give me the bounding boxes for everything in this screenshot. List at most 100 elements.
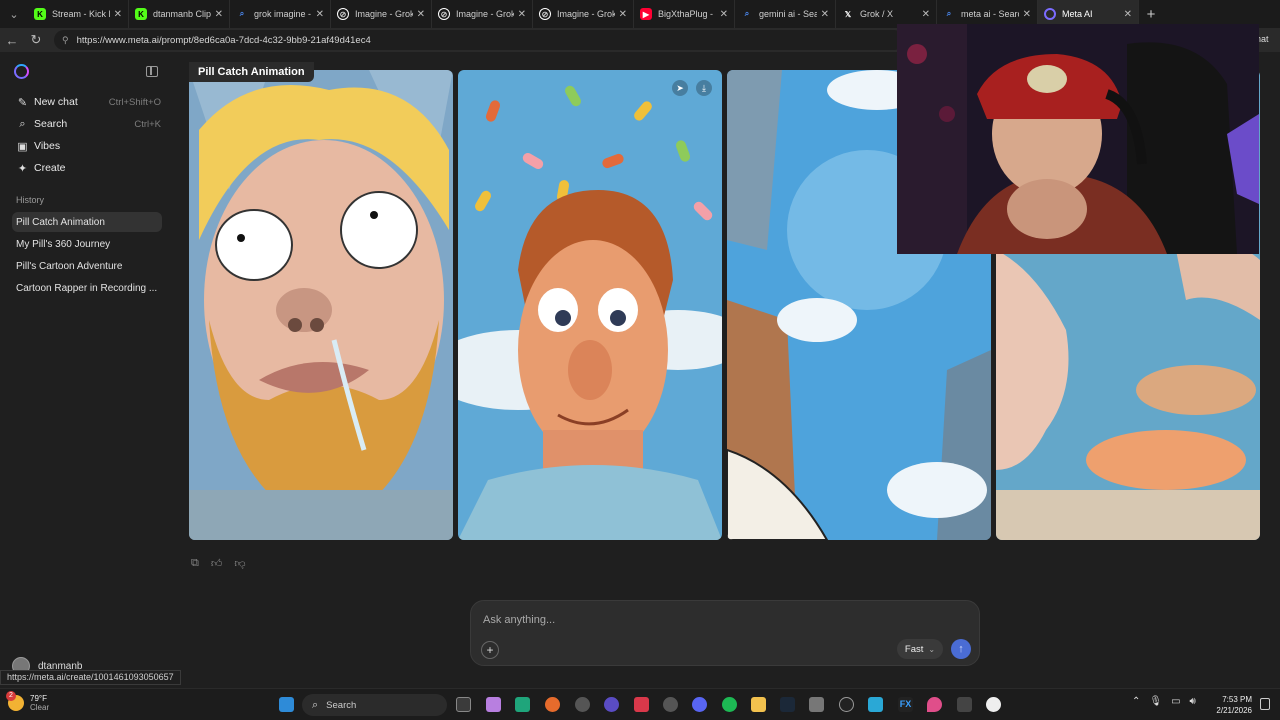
reload-icon[interactable]: ↻ bbox=[24, 32, 48, 48]
image-2-art bbox=[458, 70, 722, 540]
search-icon: ⌕ bbox=[239, 9, 245, 18]
browser-tab[interactable]: ⌕gemini ai - Search✕ bbox=[735, 0, 836, 28]
close-tab-icon[interactable]: ✕ bbox=[619, 9, 627, 20]
youtube-icon: ▶ bbox=[640, 8, 652, 20]
browser-tab[interactable]: Kdtanmanb Clips -✕ bbox=[129, 0, 230, 28]
download-icon[interactable]: ⤓ bbox=[696, 80, 712, 96]
image-1-art bbox=[189, 70, 453, 540]
fx-icon[interactable]: FX bbox=[898, 697, 913, 712]
send-button[interactable]: ↑ bbox=[951, 639, 971, 659]
back-icon[interactable]: ← bbox=[0, 33, 24, 48]
meta-ai-icon bbox=[1044, 8, 1056, 20]
media-player-icon[interactable] bbox=[986, 697, 1001, 712]
meta-ai-logo-icon[interactable] bbox=[14, 64, 29, 79]
app-icon-gallery[interactable] bbox=[957, 697, 972, 712]
network-icon[interactable]: ▭ bbox=[1171, 696, 1180, 707]
prompt-input[interactable] bbox=[483, 611, 903, 629]
system-clock[interactable]: 7:53 PM 2/21/2026 bbox=[1208, 694, 1252, 716]
weather-widget[interactable]: 2 79°F Clear bbox=[6, 691, 49, 712]
file-explorer-icon[interactable] bbox=[751, 697, 766, 712]
share-icon[interactable]: ➤ bbox=[672, 80, 688, 96]
search-icon: ⌕ bbox=[312, 698, 319, 711]
address-bar[interactable]: ⚲ https://www.meta.ai/prompt/8ed6ca0a-7dc… bbox=[54, 30, 904, 50]
app-icon-red[interactable] bbox=[634, 697, 649, 712]
chevron-down-icon: ⌄ bbox=[928, 644, 936, 654]
grok-icon: ⊘ bbox=[337, 8, 349, 20]
history-item-cartoon-rapper[interactable]: Cartoon Rapper in Recording ... bbox=[12, 278, 162, 298]
search-button[interactable]: ⌕ Search Ctrl+K bbox=[16, 114, 161, 134]
webcam-feed bbox=[897, 24, 1259, 254]
close-tab-icon[interactable]: ✕ bbox=[1124, 9, 1132, 20]
link-status-bar: https://meta.ai/create/1001461093050657 bbox=[0, 670, 181, 685]
task-view-icon[interactable] bbox=[456, 697, 471, 712]
browser-tab[interactable]: ⊘ Imagine - Grok ✕ bbox=[331, 0, 432, 28]
create-icon: ✦ bbox=[17, 162, 28, 175]
vibes-button[interactable]: ▣ Vibes bbox=[16, 136, 161, 156]
app-icon-pink[interactable] bbox=[927, 697, 942, 712]
edge-icon[interactable] bbox=[515, 697, 530, 712]
collapse-sidebar-icon[interactable] bbox=[146, 66, 158, 77]
new-tab-icon[interactable]: + bbox=[1139, 6, 1163, 23]
history-label: History bbox=[16, 195, 45, 205]
app-icon-dark[interactable] bbox=[839, 697, 854, 712]
weather-sun-icon: 2 bbox=[6, 691, 24, 711]
copilot-icon[interactable] bbox=[486, 697, 501, 712]
windows-start-icon[interactable] bbox=[279, 697, 294, 712]
search-icon: ⌕ bbox=[19, 117, 26, 130]
mode-selector[interactable]: Fast ⌄ bbox=[897, 639, 943, 659]
browser-tab[interactable]: KStream - Kick Das✕ bbox=[28, 0, 129, 28]
message-actions: ⧉ 👍︎ 👎︎ bbox=[191, 557, 246, 570]
x-icon: 𝕏 bbox=[844, 9, 852, 19]
close-tab-icon[interactable]: ✕ bbox=[316, 9, 324, 20]
browser-tab[interactable]: ▶BigXthaPlug - Bo✕ bbox=[634, 0, 735, 28]
browser-tab[interactable]: ⊘ Imagine - Grok ✕ bbox=[533, 0, 634, 28]
spotify-icon[interactable] bbox=[722, 697, 737, 712]
notification-bell-icon[interactable] bbox=[1260, 698, 1270, 710]
close-tab-icon[interactable]: ✕ bbox=[720, 9, 728, 20]
new-chat-icon: ✎ bbox=[17, 96, 28, 109]
vibes-icon: ▣ bbox=[17, 140, 28, 153]
kick-icon: K bbox=[34, 8, 46, 20]
sidebar: ✎ New chat Ctrl+Shift+O ⌕ Search Ctrl+K ▣ Vib… bbox=[0, 52, 175, 688]
close-tab-icon[interactable]: ✕ bbox=[417, 9, 425, 20]
notification-badge: 2 bbox=[6, 691, 16, 701]
thumbs-up-icon[interactable]: 👍︎ bbox=[211, 557, 223, 570]
site-info-icon[interactable]: ⚲ bbox=[62, 35, 69, 46]
music-icon[interactable] bbox=[663, 697, 678, 712]
close-tab-icon[interactable]: ✕ bbox=[1023, 9, 1031, 20]
close-tab-icon[interactable]: ✕ bbox=[215, 9, 223, 20]
app-icon-grey[interactable] bbox=[809, 697, 824, 712]
generated-image-2[interactable]: ➤ ⤓ bbox=[458, 70, 722, 540]
firefox-icon[interactable] bbox=[545, 697, 560, 712]
copy-icon[interactable]: ⧉ bbox=[191, 557, 199, 570]
close-tab-icon[interactable]: ✕ bbox=[821, 9, 829, 20]
steam-icon[interactable] bbox=[780, 697, 795, 712]
generated-image-1[interactable] bbox=[189, 70, 453, 540]
history-item-pill-catch-animation[interactable]: Pill Catch Animation bbox=[12, 212, 162, 232]
thumbs-down-icon[interactable]: 👎︎ bbox=[234, 557, 245, 570]
chevron-up-icon[interactable]: ⌃ bbox=[1132, 696, 1140, 707]
taskbar-search[interactable]: ⌕ Search bbox=[302, 694, 447, 716]
create-button[interactable]: ✦ Create bbox=[16, 158, 161, 178]
close-tab-icon[interactable]: ✕ bbox=[518, 9, 526, 20]
grok-icon: ⊘ bbox=[539, 8, 551, 20]
grok-icon: ⊘ bbox=[438, 8, 450, 20]
app-icon-blue[interactable] bbox=[868, 697, 883, 712]
discord-icon[interactable] bbox=[692, 697, 707, 712]
close-tab-icon[interactable]: ✕ bbox=[114, 9, 122, 20]
browser-tab[interactable]: ⊘ Imagine - Grok ✕ bbox=[432, 0, 533, 28]
tab-list-dropdown-icon[interactable]: ⌄ bbox=[0, 0, 28, 28]
app-icon[interactable] bbox=[604, 697, 619, 712]
history-item-pills-360-journey[interactable]: My Pill's 360 Journey bbox=[12, 234, 162, 254]
obs-icon[interactable] bbox=[575, 697, 590, 712]
history-item-pills-cartoon-adventure[interactable]: Pill's Cartoon Adventure bbox=[12, 256, 162, 276]
volume-icon[interactable]: 🔊︎ bbox=[1190, 696, 1196, 707]
new-chat-button[interactable]: ✎ New chat Ctrl+Shift+O bbox=[16, 92, 161, 112]
microphone-icon[interactable]: 🎙︎ bbox=[1149, 696, 1162, 707]
browser-tab[interactable]: ⌕grok imagine - Se✕ bbox=[230, 0, 331, 28]
arrow-up-icon: ↑ bbox=[958, 643, 964, 655]
chat-title: Pill Catch Animation bbox=[189, 62, 314, 82]
search-icon: ⌕ bbox=[946, 9, 952, 18]
close-tab-icon[interactable]: ✕ bbox=[922, 9, 930, 20]
attach-plus-icon[interactable]: + bbox=[481, 641, 499, 659]
